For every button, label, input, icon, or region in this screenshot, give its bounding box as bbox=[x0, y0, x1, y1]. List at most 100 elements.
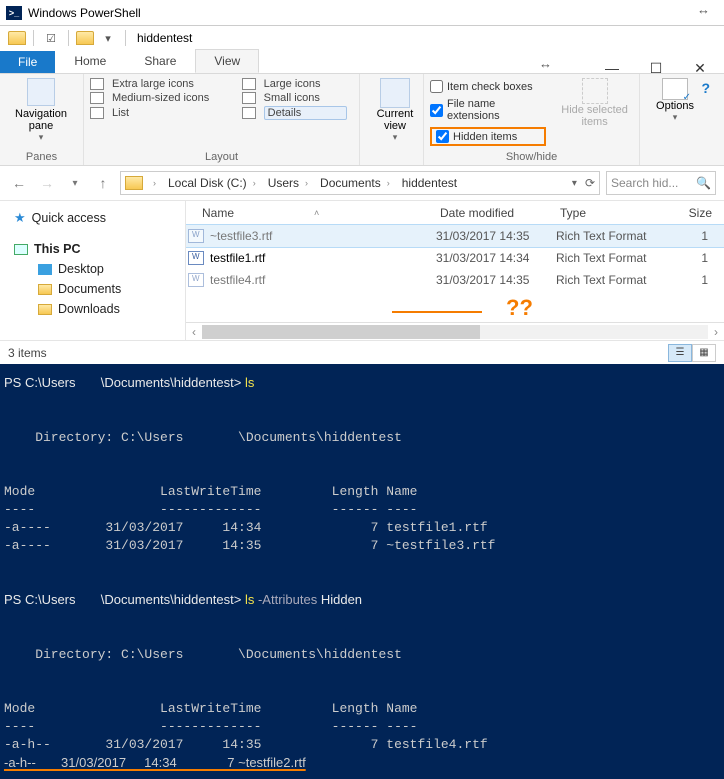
crumb-drive[interactable]: Local Disk (C:) bbox=[168, 176, 247, 190]
refresh-icon[interactable]: ⟳ bbox=[585, 176, 595, 190]
chevron-down-icon: ▾ bbox=[39, 132, 44, 143]
explorer-main: ★Quick access This PC Desktop Documents … bbox=[0, 200, 724, 340]
file-name: testfile4.rtf bbox=[210, 273, 265, 287]
file-name: ~testfile3.rtf bbox=[210, 229, 272, 243]
scroll-left-icon[interactable]: ‹ bbox=[186, 325, 202, 339]
navigation-pane-icon bbox=[27, 78, 55, 106]
address-dropdown-icon[interactable]: ▾ bbox=[572, 178, 577, 189]
file-list[interactable]: Name ˄ Date modified Type Size ~testfile3… bbox=[186, 201, 724, 340]
sidebar-downloads[interactable]: Downloads bbox=[14, 299, 185, 319]
navigation-sidebar[interactable]: ★Quick access This PC Desktop Documents … bbox=[0, 201, 186, 340]
powershell-icon: >_ bbox=[6, 6, 22, 20]
powershell-title: Windows PowerShell bbox=[28, 6, 141, 20]
sort-asc-icon: ˄ bbox=[314, 208, 319, 218]
medium-icons-icon bbox=[90, 92, 104, 104]
horizontal-scrollbar[interactable]: ‹ › bbox=[186, 322, 724, 340]
sidebar-desktop[interactable]: Desktop bbox=[14, 259, 185, 279]
col-type[interactable]: Type bbox=[560, 206, 672, 220]
qat-properties-button[interactable]: ☑ bbox=[41, 28, 61, 48]
check-hidden-items[interactable]: Hidden items bbox=[430, 127, 546, 146]
sidebar-this-pc[interactable]: This PC bbox=[14, 239, 185, 259]
col-name[interactable]: Name bbox=[202, 206, 234, 220]
crumb-hiddentest[interactable]: hiddentest bbox=[402, 176, 457, 190]
column-headers[interactable]: Name ˄ Date modified Type Size bbox=[186, 201, 724, 225]
layout-details[interactable]: Details bbox=[264, 106, 347, 120]
sidebar-label: Documents bbox=[58, 282, 121, 296]
folder-icon bbox=[76, 31, 94, 45]
chevron-right-icon[interactable]: › bbox=[153, 178, 156, 188]
chevron-right-icon[interactable]: › bbox=[387, 178, 390, 188]
chevron-right-icon[interactable]: › bbox=[253, 178, 256, 188]
layout-large[interactable]: Large icons bbox=[264, 78, 347, 90]
powershell-console[interactable]: PS C:\Users \Documents\hiddentest> ls Di… bbox=[0, 364, 724, 779]
crumb-users[interactable]: Users bbox=[268, 176, 299, 190]
tab-file[interactable]: File bbox=[0, 51, 55, 73]
up-button[interactable]: ↑ bbox=[92, 172, 114, 194]
status-text: 3 items bbox=[8, 346, 47, 360]
layout-small[interactable]: Small icons bbox=[264, 92, 347, 104]
crumb-documents[interactable]: Documents bbox=[320, 176, 381, 190]
file-row[interactable]: ~testfile3.rtf31/03/2017 14:35Rich Text … bbox=[186, 225, 724, 247]
pc-icon bbox=[14, 244, 28, 255]
tab-view[interactable]: View bbox=[195, 49, 259, 73]
layout-extra-large[interactable]: Extra large icons bbox=[112, 78, 236, 90]
resize-horizontal-icon[interactable]: ↔ bbox=[697, 2, 710, 17]
large-icons-icon bbox=[242, 78, 256, 90]
check-file-ext-label: File name extensions bbox=[447, 98, 546, 122]
file-type: Rich Text Format bbox=[556, 229, 668, 243]
ribbon-view: Navigation pane ▾ Panes Extra large icon… bbox=[0, 74, 724, 166]
file-row[interactable]: testfile1.rtf31/03/2017 14:34Rich Text F… bbox=[186, 247, 724, 269]
desktop-icon bbox=[38, 264, 52, 275]
sidebar-label: This PC bbox=[34, 242, 81, 256]
minimize-button[interactable]: — bbox=[590, 54, 634, 82]
annotation-question: ?? bbox=[506, 295, 533, 321]
chevron-right-icon[interactable]: › bbox=[305, 178, 308, 188]
scrollbar-thumb[interactable] bbox=[202, 325, 480, 339]
forward-button: → bbox=[36, 172, 58, 194]
sidebar-documents[interactable]: Documents bbox=[14, 279, 185, 299]
list-icon bbox=[90, 107, 104, 119]
folder-icon[interactable] bbox=[8, 31, 26, 45]
file-explorer-window: ☑ ▾ hiddentest ↔ — ☐ ✕ File Home Share V… bbox=[0, 26, 724, 364]
back-button[interactable]: ← bbox=[8, 172, 30, 194]
group-showhide-label: Show/hide bbox=[430, 149, 633, 163]
help-icon[interactable]: ? bbox=[701, 80, 710, 96]
options-icon bbox=[662, 78, 688, 100]
col-date[interactable]: Date modified bbox=[440, 206, 560, 220]
scroll-right-icon[interactable]: › bbox=[708, 325, 724, 339]
file-row[interactable]: testfile4.rtf31/03/2017 14:35Rich Text F… bbox=[186, 269, 724, 291]
qat-dropdown[interactable]: ▾ bbox=[98, 28, 118, 48]
rtf-file-icon bbox=[188, 229, 204, 243]
resize-horizontal-icon[interactable]: ↔ bbox=[539, 56, 552, 71]
file-size: 1 bbox=[668, 251, 708, 265]
rtf-file-icon bbox=[188, 273, 204, 287]
layout-list[interactable]: List bbox=[112, 107, 236, 119]
current-view-icon bbox=[380, 78, 410, 108]
file-date: 31/03/2017 14:34 bbox=[436, 251, 556, 265]
powershell-title-bar: >_ Windows PowerShell ↔ bbox=[0, 0, 724, 26]
status-bar: 3 items ☰ ▦ bbox=[0, 340, 724, 364]
rtf-file-icon bbox=[188, 251, 204, 265]
layout-gallery[interactable]: Extra large icons Large icons Medium-siz… bbox=[90, 78, 353, 120]
search-box[interactable]: Search hid... 🔍 bbox=[606, 171, 716, 195]
group-panes-label: Panes bbox=[6, 149, 77, 163]
options-button[interactable]: Options ▾ bbox=[646, 78, 704, 123]
sidebar-quick-access[interactable]: ★Quick access bbox=[14, 207, 185, 229]
file-type: Rich Text Format bbox=[556, 273, 668, 287]
recent-locations-button[interactable]: ▾ bbox=[64, 172, 86, 194]
layout-medium[interactable]: Medium-sized icons bbox=[112, 92, 236, 104]
navigation-pane-button[interactable]: Navigation pane ▾ bbox=[6, 78, 76, 143]
breadcrumb-bar[interactable]: › Local Disk (C:) › Users › Documents › hid… bbox=[120, 171, 600, 195]
tab-home[interactable]: Home bbox=[55, 49, 125, 73]
drive-icon bbox=[125, 176, 143, 190]
current-view-button[interactable]: Current view ▾ bbox=[366, 78, 424, 143]
check-item-boxes[interactable]: Item check boxes bbox=[430, 80, 546, 93]
details-view-toggle[interactable]: ☰ bbox=[668, 344, 692, 362]
thumbnails-view-toggle[interactable]: ▦ bbox=[692, 344, 716, 362]
file-type: Rich Text Format bbox=[556, 251, 668, 265]
chevron-down-icon: ▾ bbox=[393, 132, 398, 143]
tab-share[interactable]: Share bbox=[125, 49, 195, 73]
col-size[interactable]: Size bbox=[672, 206, 712, 220]
check-file-ext[interactable]: File name extensions bbox=[430, 98, 546, 122]
hide-selected-label: Hide selected items bbox=[556, 104, 633, 128]
